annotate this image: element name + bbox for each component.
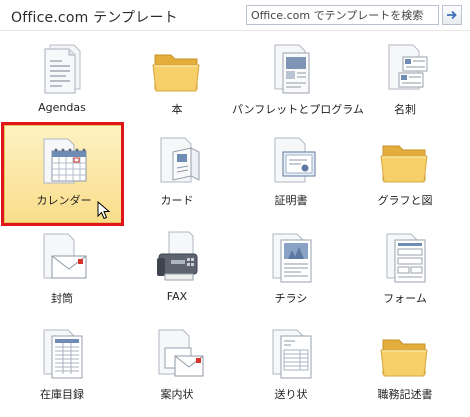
category-label: 職務記述書 bbox=[377, 388, 433, 401]
category-label: パンフレットとプログラム bbox=[232, 103, 364, 116]
category-label: 本 bbox=[171, 103, 183, 116]
gallery-header: Office.com テンプレート bbox=[0, 0, 470, 31]
category-tile[interactable]: 本 bbox=[118, 34, 236, 132]
search-box[interactable] bbox=[246, 5, 439, 25]
category-tile[interactable]: 職務記述書 bbox=[346, 319, 464, 417]
arrow-right-icon bbox=[447, 10, 457, 20]
document-stack-icon bbox=[32, 39, 92, 101]
category-label: 証明書 bbox=[274, 194, 308, 207]
category-tile[interactable]: Agendas bbox=[3, 34, 121, 132]
category-tile[interactable]: パンフレットとプログラム bbox=[232, 34, 364, 132]
category-label: グラフと図 bbox=[377, 194, 433, 207]
mouse-pointer-icon bbox=[97, 201, 111, 220]
category-label: 名刺 bbox=[394, 103, 416, 116]
category-tile[interactable]: 封筒 bbox=[3, 223, 121, 321]
category-label: チラシ bbox=[274, 292, 308, 305]
category-label: 在庫目録 bbox=[40, 388, 84, 401]
fax-icon bbox=[147, 228, 207, 290]
category-label: FAX bbox=[166, 290, 188, 303]
category-tile[interactable]: 名刺 bbox=[346, 34, 464, 132]
template-category-grid: Agendas 本 パンフレットとプログラム 名刺 カレンダー カード 証明書 … bbox=[0, 31, 470, 414]
category-label: Agendas bbox=[38, 101, 86, 114]
category-tile[interactable]: チラシ bbox=[232, 223, 350, 321]
folder-icon bbox=[375, 130, 435, 192]
folder-icon bbox=[147, 39, 207, 101]
category-label: 送り状 bbox=[274, 388, 308, 401]
header-title: Office.com テンプレート bbox=[11, 10, 178, 26]
business-card-icon bbox=[375, 39, 435, 101]
search-button[interactable] bbox=[442, 5, 462, 25]
category-tile[interactable]: 案内状 bbox=[118, 319, 236, 417]
inventory-icon bbox=[32, 324, 92, 386]
category-label: 封筒 bbox=[51, 292, 73, 305]
form-icon bbox=[375, 228, 435, 290]
category-tile[interactable]: FAX bbox=[118, 223, 236, 321]
category-tile[interactable]: カード bbox=[118, 125, 236, 223]
category-tile[interactable]: 在庫目録 bbox=[3, 319, 121, 417]
category-tile[interactable]: グラフと図 bbox=[346, 125, 464, 223]
category-label: 案内状 bbox=[160, 388, 194, 401]
invitation-icon bbox=[147, 324, 207, 386]
calendar-icon bbox=[34, 131, 94, 193]
category-label: カード bbox=[160, 194, 194, 207]
certificate-icon bbox=[261, 130, 321, 192]
brochure-icon bbox=[261, 39, 321, 101]
template-search-input[interactable] bbox=[247, 6, 438, 24]
category-tile[interactable]: 証明書 bbox=[232, 125, 350, 223]
envelope-icon bbox=[32, 228, 92, 290]
flyer-icon bbox=[261, 228, 321, 290]
category-label: フォーム bbox=[383, 292, 427, 305]
category-tile[interactable]: 送り状 bbox=[232, 319, 350, 417]
folder-icon bbox=[375, 324, 435, 386]
greeting-card-icon bbox=[147, 130, 207, 192]
category-tile[interactable]: フォーム bbox=[346, 223, 464, 321]
invoice-icon bbox=[261, 324, 321, 386]
